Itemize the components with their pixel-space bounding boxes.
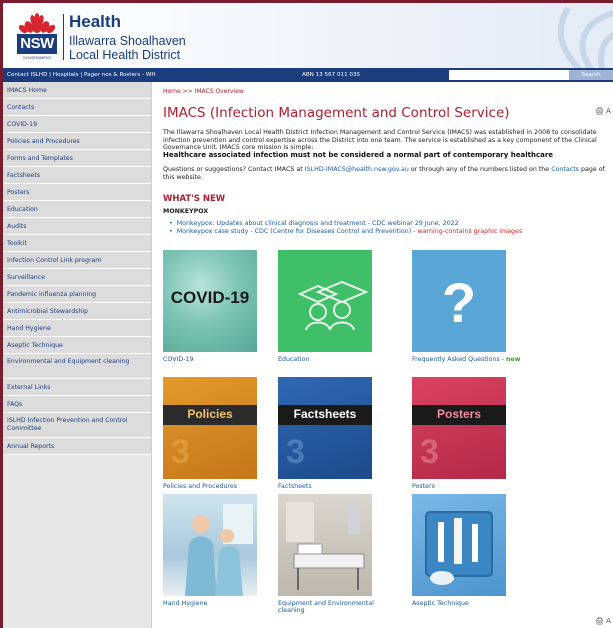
new-badge: new [505, 356, 521, 363]
tile-caption[interactable]: Policies and Procedures [163, 483, 273, 490]
site-header: NSW GOVERNMENT Health Illawarra Shoalhav… [3, 3, 613, 68]
breadcrumb[interactable]: Home >> IMACS Overview [163, 88, 244, 95]
print-controls[interactable]: 🖨 A [595, 107, 611, 115]
logo-district-line2: Local Health District [69, 48, 181, 62]
sidebar-item-imacs-home[interactable]: IMACS Home [3, 82, 151, 99]
nsw-health-logo[interactable]: NSW GOVERNMENT Health Illawarra Shoalhav… [17, 12, 202, 64]
sidebar-item-policies[interactable]: Policies and Procedures [3, 133, 151, 150]
warning-text[interactable]: warning-contains graphic images [418, 228, 523, 235]
aseptic-photo[interactable] [412, 494, 506, 596]
logo-health: Health [69, 12, 121, 31]
sidebar-item-forms[interactable]: Forms and Templates [3, 150, 151, 167]
posters-image[interactable]: Posters 3 [412, 377, 506, 479]
page-title: IMACS (Infection Management and Control … [163, 105, 510, 121]
whats-new-heading: WHAT'S NEW [163, 194, 226, 204]
search-button[interactable]: Search [569, 70, 613, 80]
factsheets-image[interactable]: Factsheets 3 [278, 377, 372, 479]
covid19-image-text: COVID-19 [170, 288, 250, 307]
tile-caption[interactable]: Education [278, 356, 388, 363]
education-image[interactable] [278, 250, 372, 352]
nav-separator: | [49, 72, 52, 78]
sidebar-item-education[interactable]: Education [3, 201, 151, 218]
factsheets-numerals: 3 [286, 433, 305, 471]
print-icon[interactable]: 🖨 [595, 107, 604, 115]
top-links: Contact ISLHD | Hospitals | Pager nos & … [7, 68, 156, 82]
email-link[interactable]: ISLHD-IMACS@health.nsw.gov.au [305, 166, 409, 173]
sidebar-item-surveillance[interactable]: Surveillance [3, 269, 151, 286]
header-decoration [557, 6, 613, 68]
intro-paragraph: The Illawarra Shoalhaven Local Health Di… [163, 129, 613, 159]
contacts-link[interactable]: Contacts [551, 166, 579, 173]
sidebar-item-factsheets[interactable]: Factsheets [3, 167, 151, 184]
monkeypox-link[interactable]: Monkeypox: Updates about clinical diagno… [177, 220, 459, 227]
tile-caption[interactable]: Frequently Asked Questions - new [412, 356, 522, 363]
tile-caption[interactable]: Equipment and Environmental cleaning [278, 600, 388, 614]
sidebar-item-antimicrobial[interactable]: Antimicrobial Stewardship [3, 303, 151, 320]
sidebar-item-hand-hygiene[interactable]: Hand Hygiene [3, 320, 151, 337]
clinicians-illustration [185, 504, 253, 596]
footer-print-controls[interactable]: 🖨 A [595, 617, 611, 625]
nav-separator: | [80, 72, 83, 78]
list-item[interactable]: Monkeypox: Updates about clinical diagno… [169, 220, 613, 228]
government-wordmark: GOVERNMENT [22, 55, 52, 60]
policies-numerals: 3 [171, 433, 190, 471]
graduation-icon [297, 280, 369, 331]
sidebar-item-aseptic[interactable]: Aseptic Technique [3, 337, 151, 354]
hand-hygiene-photo[interactable] [163, 494, 257, 596]
monkeypox-link[interactable]: Monkeypox case study - CDC (Centre for D… [177, 228, 418, 235]
monkeypox-list: Monkeypox: Updates about clinical diagno… [169, 220, 613, 236]
sidebar-item-external-links[interactable]: External Links [3, 379, 151, 396]
logo-district-line1: Illawarra Shoalhaven [69, 34, 186, 48]
tile-caption[interactable]: Hand Hygiene [163, 600, 273, 607]
tile-caption-text: Frequently Asked Questions - [412, 356, 506, 363]
questions-paragraph: Questions or suggestions? Contact IMACS … [163, 166, 613, 181]
tile-caption[interactable]: Posters [412, 483, 522, 490]
posters-image-text: Posters [436, 407, 482, 421]
tile-caption[interactable]: Factsheets [278, 483, 388, 490]
questions-text: or through any of the numbers listed on … [408, 166, 552, 173]
pager-link[interactable]: Pager nos & Rosters - WH [84, 72, 156, 78]
sidebar-item-contacts[interactable]: Contacts [3, 99, 151, 116]
sidebar-item-covid19[interactable]: COVID-19 [3, 116, 151, 133]
monkeypox-heading: MONKEYPOX [163, 208, 209, 215]
covid19-image[interactable]: COVID-19 [163, 250, 257, 352]
sidebar-item-posters[interactable]: Posters [3, 184, 151, 201]
sidebar-nav: IMACS Home Contacts COVID-19 Policies an… [3, 82, 152, 628]
sidebar-item-committee[interactable]: ISLHD Infection Prevention and Control C… [3, 413, 151, 438]
search-input[interactable] [449, 70, 569, 80]
tile-caption[interactable]: COVID-19 [163, 356, 273, 363]
factsheets-image-text: Factsheets [293, 407, 357, 421]
abn-text: ABN 13 567 011 035 [302, 72, 361, 78]
sidebar-item-annual-reports[interactable]: Annual Reports [3, 438, 151, 455]
page: NSW GOVERNMENT Health Illawarra Shoalhav… [0, 0, 613, 628]
logo-divider [63, 14, 64, 60]
mission-statement: Healthcare associated infection must not… [163, 150, 554, 159]
faq-image[interactable]: ? [412, 250, 506, 352]
sterile-tray-illustration [425, 511, 493, 585]
sidebar-item-toolkit[interactable]: Toolkit [3, 235, 151, 252]
hospitals-link[interactable]: Hospitals [53, 72, 79, 78]
policies-image-text: Policies [187, 407, 233, 421]
sidebar-item-link-program[interactable]: Infection Control Link program [3, 252, 151, 269]
waratah-icon [18, 13, 56, 34]
contact-link[interactable]: Contact ISLHD [7, 72, 47, 78]
top-nav-bar: Contact ISLHD | Hospitals | Pager nos & … [3, 68, 613, 82]
text-size-label[interactable]: A [606, 617, 611, 625]
sidebar-item-audits[interactable]: Audits [3, 218, 151, 235]
policies-image[interactable]: Policies 3 [163, 377, 257, 479]
question-mark-icon: ? [441, 271, 477, 334]
sidebar-item-faqs[interactable]: FAQs [3, 396, 151, 413]
sidebar-item-cleaning[interactable]: Environmental and Equipment cleaning [3, 354, 151, 379]
equipment-photo[interactable] [278, 494, 372, 596]
intro-text: The Illawarra Shoalhaven Local Health Di… [163, 129, 597, 152]
list-item[interactable]: Monkeypox case study - CDC (Centre for D… [169, 228, 613, 236]
print-icon[interactable]: 🖨 [595, 617, 604, 625]
posters-numerals: 3 [420, 433, 439, 471]
sidebar-item-pandemic[interactable]: Pandemic influenza planning [3, 286, 151, 303]
tile-caption[interactable]: Aseptic Technique [412, 600, 522, 607]
hospital-bed-illustration [286, 502, 365, 590]
text-size-label[interactable]: A [606, 107, 611, 115]
questions-text: Questions or suggestions? Contact IMACS … [163, 166, 305, 173]
nsw-wordmark: NSW [17, 34, 57, 54]
